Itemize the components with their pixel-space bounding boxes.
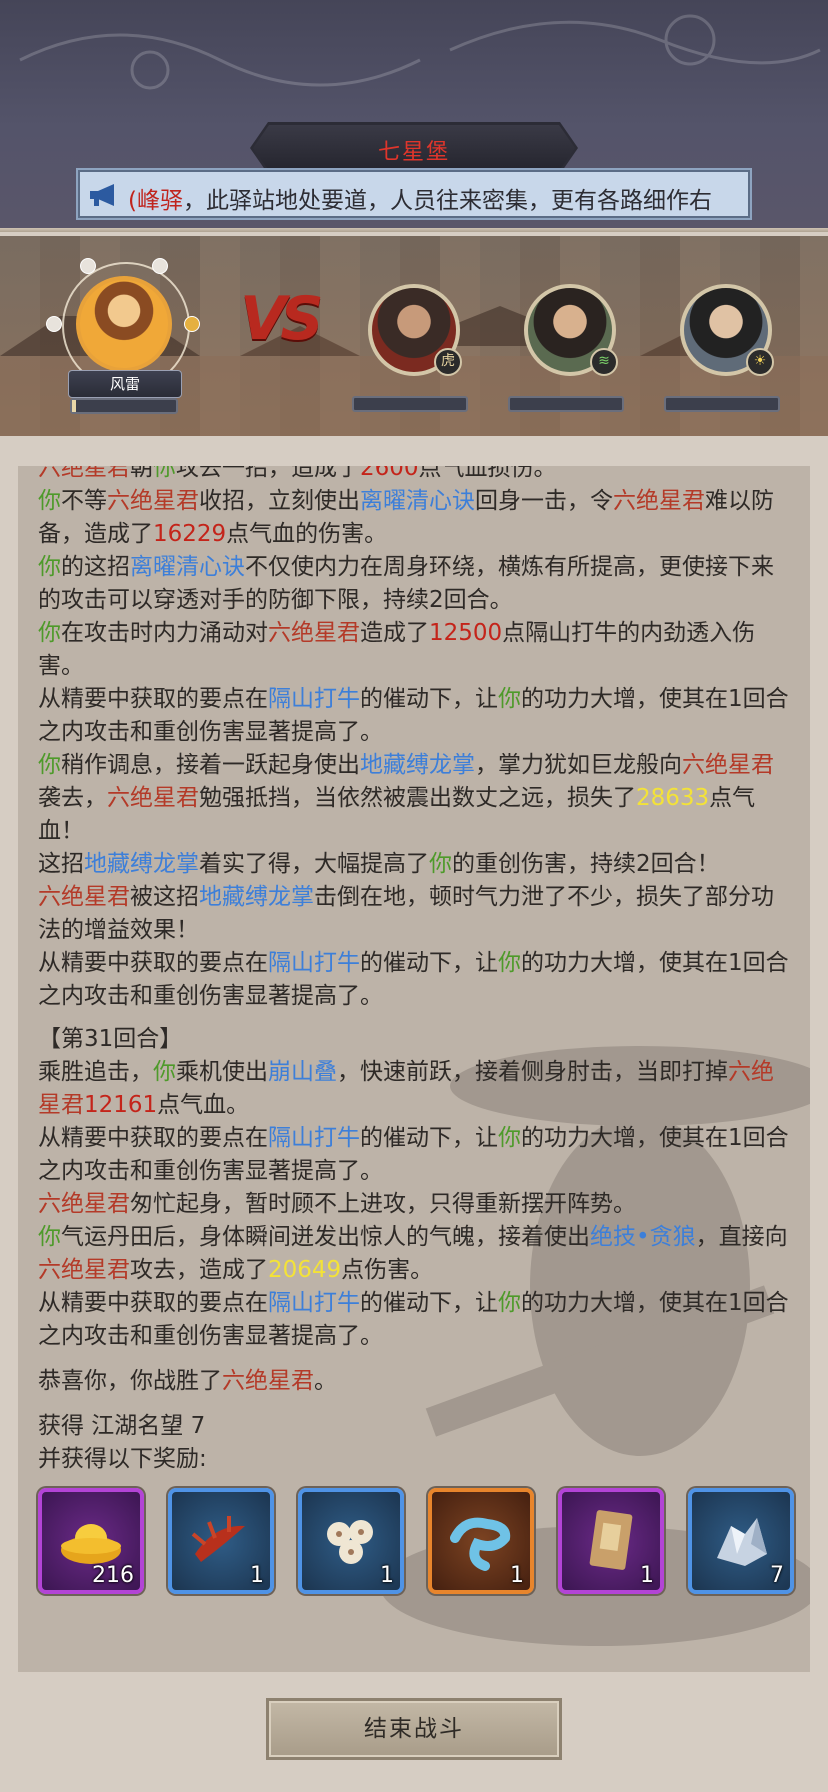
megaphone-icon (90, 184, 114, 206)
log-line: 这招地藏缚龙掌着实了得，大幅提高了你的重创伤害，持续2回合！ (38, 851, 720, 877)
hero-portrait (76, 276, 172, 372)
skill-slot-dot (80, 258, 96, 274)
enemy-hp-bar (664, 396, 780, 412)
marquee-body: ，此驿站地处要道，人员往来密集，更有各路细作右 (182, 188, 712, 214)
reward-item[interactable]: 216 (38, 1488, 144, 1594)
marquee-text: (峰驿，此驿站地处要道，人员往来密集，更有各路细作右 (128, 181, 728, 215)
reward-count: 7 (770, 1563, 784, 1588)
reward-item[interactable]: 1 (298, 1488, 404, 1594)
log-line: 从精要中获取的要点在隔山打牛的催动下，让你的功力大增，使其在1回合之内攻击和重创… (38, 1290, 789, 1349)
reward-list: 216 1 1 1 1 7 (38, 1488, 798, 1598)
log-line: 从精要中获取的要点在隔山打牛的催动下，让你的功力大增，使其在1回合之内攻击和重创… (38, 686, 789, 745)
enemy-hp-bar (508, 396, 624, 412)
log-line: 你稍作调息，接着一跃起身使出地藏缚龙掌，掌力犹如巨龙般向六绝星君袭去，六绝星君勉… (38, 752, 774, 844)
reward-count: 1 (380, 1563, 394, 1588)
enemy-slot-2[interactable]: ≋ (508, 284, 624, 414)
enemy-slot-1[interactable]: 虎 (352, 284, 468, 414)
reward-count: 1 (510, 1563, 524, 1588)
log-line: 六绝星君被这招地藏缚龙掌击倒在地，顿时气力泄了不少，损失了部分功法的增益效果！ (38, 884, 774, 943)
enemy-slot-3[interactable]: ☀ (664, 284, 780, 414)
skill-slot-dot (46, 316, 62, 332)
crystal-ore-icon (717, 1518, 767, 1566)
reward-count: 1 (250, 1563, 264, 1588)
tiger-icon: 虎 (434, 348, 462, 376)
reward-count: 216 (92, 1563, 134, 1588)
location-plate: 七星堡 (250, 122, 578, 174)
vs-mark: VS (240, 284, 324, 354)
log-line: 从精要中获取的要点在隔山打牛的催动下，让你的功力大增，使其在1回合之内攻击和重创… (38, 1125, 789, 1184)
header-divider (0, 228, 828, 232)
skill-slot-dot (152, 258, 168, 274)
reward-item[interactable]: 1 (168, 1488, 274, 1594)
wind-icon: ≋ (590, 348, 618, 376)
reward-item[interactable]: 7 (688, 1488, 794, 1594)
sun-icon: ☀ (746, 348, 774, 376)
log-line: 从精要中获取的要点在隔山打牛的催动下，让你的功力大增，使其在1回合之内攻击和重创… (38, 950, 789, 1009)
hero-hp-bar (70, 398, 178, 414)
location-name: 七星堡 (377, 140, 450, 165)
news-marquee[interactable]: (峰驿，此驿站地处要道，人员往来密集，更有各路细作右 (76, 168, 752, 220)
log-line: 你在攻击时内力涌动对六绝星君造成了12500点隔山打牛的内劲透入伤害。 (38, 620, 756, 679)
battle-log: 六绝星君朝你攻去一招，造成了2600点气血损伤。 你不等六绝星君收招，立刻使出离… (38, 466, 790, 1476)
reward-count: 1 (640, 1563, 654, 1588)
reward-item[interactable]: 1 (428, 1488, 534, 1594)
reputation-gain: 获得 江湖名望 7 (38, 1413, 206, 1439)
hero-name: 风雷 (68, 370, 182, 398)
rewards-title: 并获得以下奖励: (38, 1446, 207, 1472)
log-line: 乘胜追击，你乘机使出崩山叠，快速前跃，接着侧身肘击，当即打掉六绝星君12161点… (38, 1059, 774, 1118)
log-line: 你气运丹田后，身体瞬间迸发出惊人的气魄，接着使出绝技•贪狼，直接向六绝星君攻去，… (38, 1224, 788, 1283)
log-line: 你不等六绝星君收招，立刻使出离曜清心诀回身一击，令六绝星君难以防备，造成了162… (38, 488, 774, 547)
log-line: 六绝星君匆忙起身，暂时顾不上进攻，只得重新摆开阵势。 (38, 1191, 636, 1217)
reward-item[interactable]: 1 (558, 1488, 664, 1594)
red-herb-icon (191, 1516, 245, 1562)
skill-slot-dot (184, 316, 200, 332)
secret-scroll-icon (589, 1510, 633, 1570)
marquee-place: (峰驿 (128, 188, 183, 214)
end-battle-button[interactable]: 结束战斗 (266, 1698, 562, 1760)
battle-strip: 风雷 VS 虎 ≋ ☀ (0, 236, 828, 436)
top-header: 七星堡 (峰驿，此驿站地处要道，人员往来密集，更有各路细作右 (0, 0, 828, 232)
blue-cloud-icon (450, 1517, 511, 1571)
victory-line: 恭喜你，你战胜了六绝星君。 (38, 1368, 337, 1394)
lotus-seeds-icon (327, 1520, 373, 1564)
player-hero[interactable]: 风雷 (46, 258, 200, 414)
log-line: 六绝星君朝你攻去一招，造成了2600点气血损伤。 (38, 466, 557, 481)
round-header: 【第31回合】 (38, 1026, 183, 1052)
battle-log-panel[interactable]: 六绝星君朝你攻去一招，造成了2600点气血损伤。 你不等六绝星君收招，立刻使出离… (18, 466, 810, 1672)
enemy-hp-bar (352, 396, 468, 412)
log-line: 你的这招离曜清心诀不仅使内力在周身环绕，横炼有所提高，更使接下来的攻击可以穿透对… (38, 554, 774, 613)
